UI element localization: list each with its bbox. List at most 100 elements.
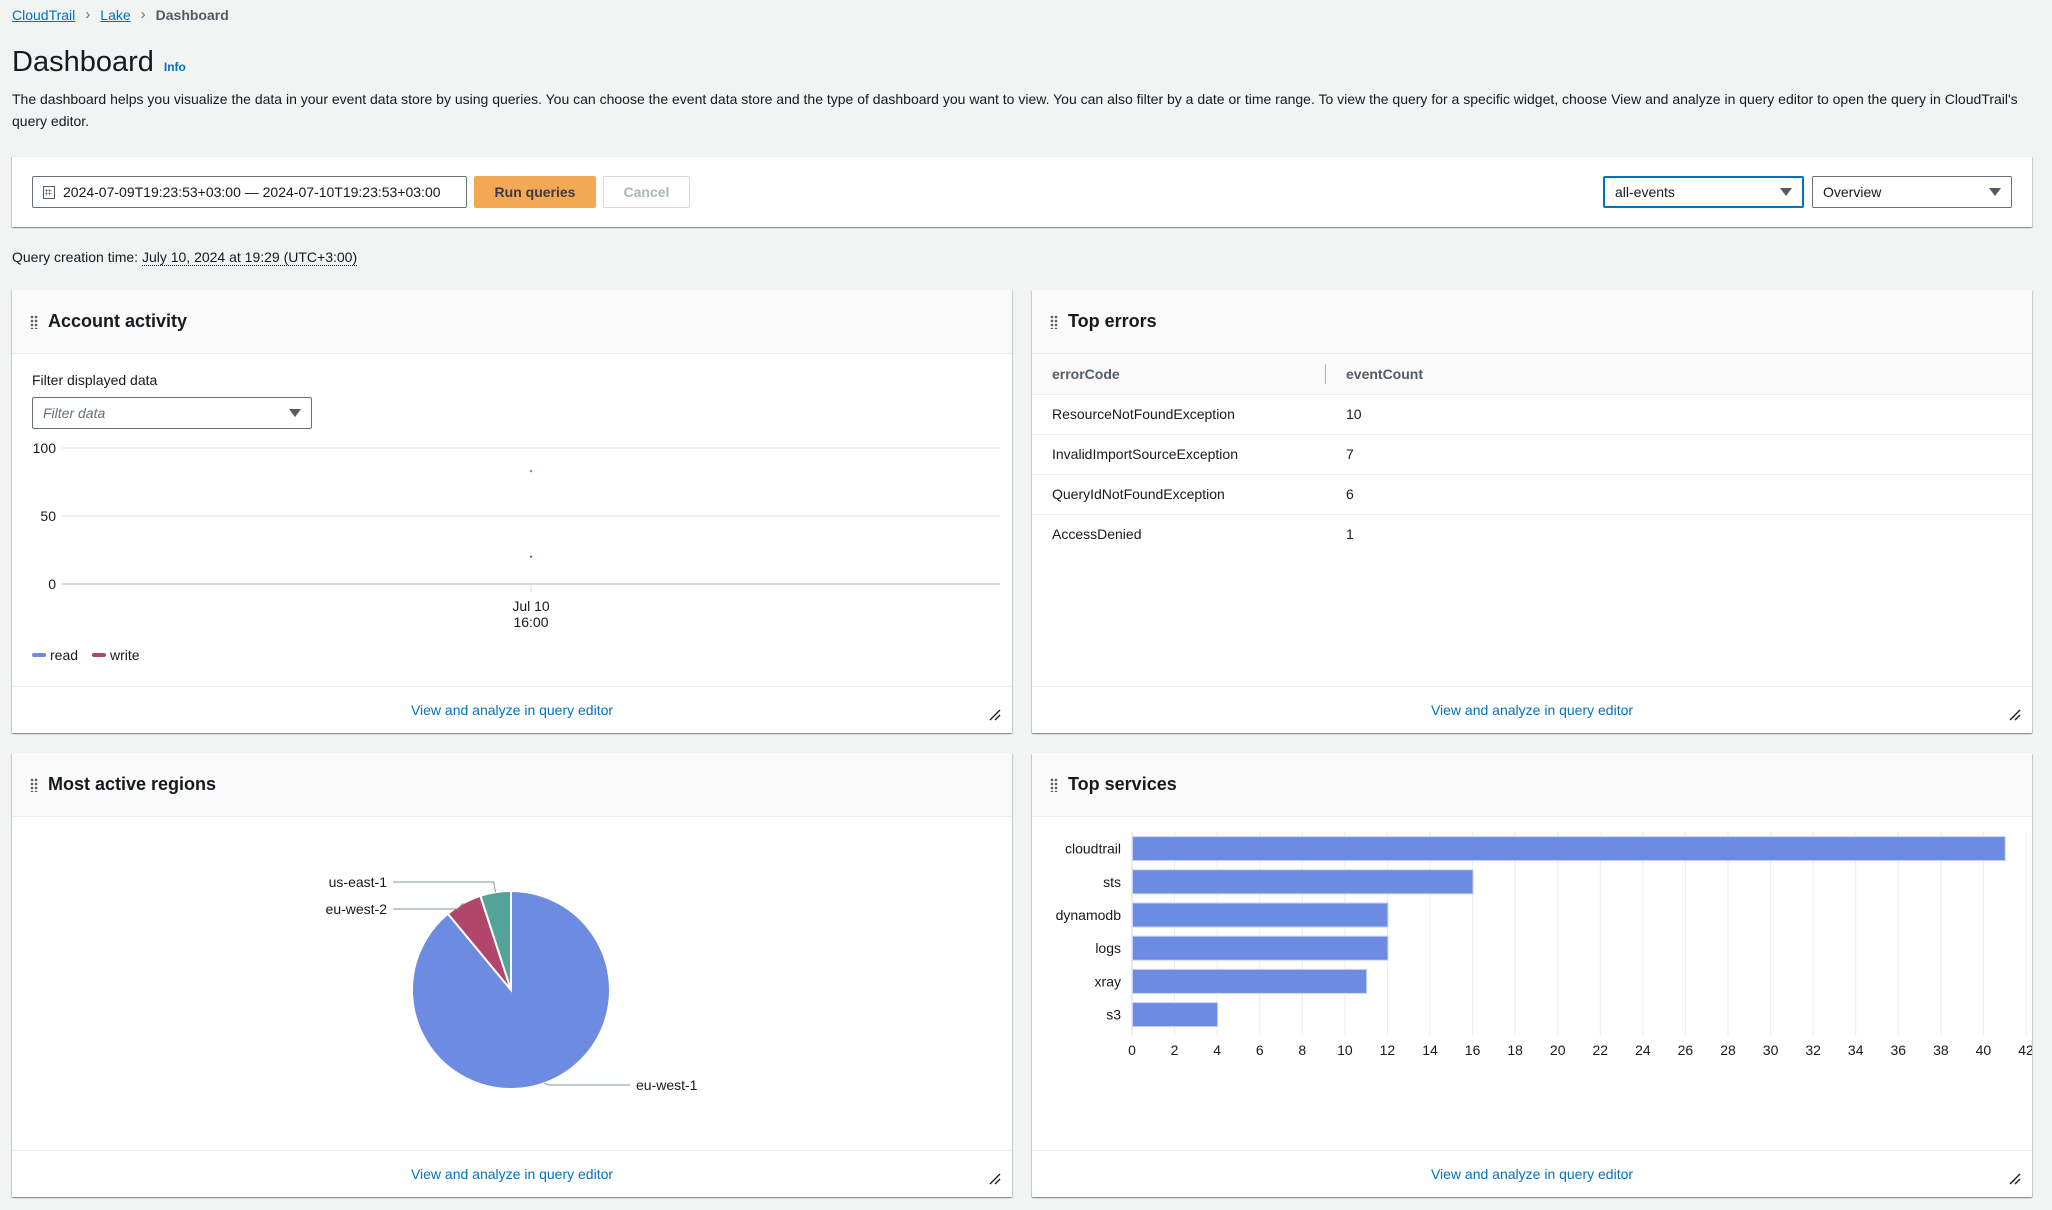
- widget-header: Most active regions: [12, 753, 1012, 817]
- x-tick-label: 4: [1213, 1042, 1221, 1058]
- calendar-icon: [43, 185, 55, 199]
- event-data-store-value: all-events: [1615, 184, 1675, 200]
- table-row: ResourceNotFoundException 10: [1032, 394, 2032, 435]
- x-tick-label: 42: [2018, 1042, 2032, 1058]
- view-in-query-editor-link[interactable]: View and analyze in query editor: [411, 702, 613, 718]
- x-tick-label: 24: [1635, 1042, 1651, 1058]
- x-tick-label: 26: [1678, 1042, 1694, 1058]
- x-tick-label: 34: [1848, 1042, 1864, 1058]
- chart-legend: read write: [32, 647, 140, 663]
- caret-down-icon: [1989, 188, 2001, 196]
- widget-title: Most active regions: [48, 774, 217, 794]
- x-tick-label: 40: [1976, 1042, 1992, 1058]
- view-in-query-editor-link[interactable]: View and analyze in query editor: [1431, 1166, 1633, 1182]
- x-tick-label: 18: [1507, 1042, 1523, 1058]
- chevron-right-icon: ›: [140, 6, 146, 23]
- legend-label: read: [50, 647, 79, 663]
- chevron-right-icon: ›: [85, 6, 91, 23]
- y-tick-label: 50: [40, 508, 56, 524]
- dashboard-type-value: Overview: [1823, 184, 1882, 200]
- legend-swatch: [32, 653, 46, 657]
- x-tick-label: 38: [1933, 1042, 1949, 1058]
- view-in-query-editor-link[interactable]: View and analyze in query editor: [1431, 702, 1633, 718]
- pie-label: eu-west-2: [326, 901, 388, 917]
- widget-footer: View and analyze in query editor: [1032, 686, 2032, 733]
- widget-title: Top services: [1068, 774, 1177, 794]
- bar-xray: [1132, 968, 1368, 994]
- y-category-label: sts: [1103, 874, 1121, 890]
- resize-handle-icon[interactable]: [2008, 707, 2022, 721]
- cancel-button[interactable]: Cancel: [603, 176, 690, 208]
- page-header: Dashboard Info: [12, 46, 186, 79]
- breadcrumb-lake[interactable]: Lake: [100, 7, 130, 23]
- bar-cloudtrail: [1132, 836, 2006, 862]
- y-category-label: cloudtrail: [1065, 841, 1121, 857]
- data-point-write: [529, 555, 533, 558]
- column-label: errorCode: [1052, 365, 1120, 382]
- column-header-eventcount[interactable]: eventCount: [1326, 354, 2032, 395]
- errors-table: errorCode eventCount ResourceNotFoundExc…: [1032, 354, 2032, 554]
- widget-header: Account activity: [12, 290, 1012, 354]
- widget-title: Account activity: [48, 311, 188, 331]
- x-tick-label: 2: [1171, 1042, 1179, 1058]
- regions-pie-chart: eu-west-1 eu-west-2 us-east-1: [326, 874, 698, 1093]
- page-title: Dashboard: [12, 46, 154, 78]
- filter-label: Filter displayed data: [32, 372, 158, 388]
- breadcrumb-cloudtrail[interactable]: CloudTrail: [12, 7, 75, 23]
- legend-item-write[interactable]: write: [92, 647, 140, 663]
- error-code: ResourceNotFoundException: [1032, 394, 1326, 435]
- legend-label: write: [110, 647, 140, 663]
- page-description: The dashboard helps you visualize the da…: [12, 91, 2018, 129]
- y-category-label: dynamodb: [1056, 907, 1122, 923]
- widget-footer: View and analyze in query editor: [12, 1150, 1012, 1197]
- x-tick-label: 6: [1256, 1042, 1264, 1058]
- filter-data-select[interactable]: Filter data: [32, 397, 312, 429]
- view-in-query-editor-link[interactable]: View and analyze in query editor: [411, 1166, 613, 1182]
- x-tick-label: 10: [1337, 1042, 1353, 1058]
- x-tick-label: 28: [1720, 1042, 1736, 1058]
- legend-item-read[interactable]: read: [32, 647, 78, 663]
- account-activity-chart: 0 50 100 Jul 1016:00: [33, 440, 1000, 630]
- drag-handle-icon[interactable]: [30, 777, 38, 792]
- widget-most-active-regions: Most active regions eu-west-1 eu-west-2 us…: [12, 753, 1012, 1197]
- x-tick-label: Jul 10: [512, 598, 550, 614]
- table-row: QueryIdNotFoundException 6: [1032, 474, 2032, 515]
- dashboard-type-select[interactable]: Overview: [1812, 176, 2012, 208]
- y-tick-label: 0: [48, 576, 56, 592]
- info-link[interactable]: Info: [164, 60, 186, 74]
- query-toolbar: 2024-07-09T19:23:53+03:00 — 2024-07-10T1…: [12, 156, 2032, 227]
- widget-top-services: Top services 0 2 4 6 8 10 12 14 16 18 20 22 24 26 28 30…: [1032, 753, 2032, 1197]
- drag-handle-icon[interactable]: [1050, 777, 1058, 792]
- y-tick-label: 100: [33, 440, 57, 456]
- caret-down-icon: [289, 409, 301, 417]
- resize-handle-icon[interactable]: [988, 707, 1002, 721]
- event-count: 10: [1326, 394, 2032, 435]
- widget-top-errors: Top errors errorCode eventCount Resource…: [1032, 290, 2032, 733]
- x-tick-label: 16:00: [513, 614, 548, 630]
- run-queries-button[interactable]: Run queries: [474, 176, 596, 208]
- error-code: InvalidImportSourceException: [1032, 434, 1326, 475]
- event-count: 7: [1326, 434, 2032, 475]
- x-tick-label: 22: [1592, 1042, 1608, 1058]
- event-data-store-select[interactable]: all-events: [1603, 176, 1804, 208]
- leader-line: [393, 881, 497, 893]
- event-count: 6: [1326, 474, 2032, 515]
- column-header-errorcode[interactable]: errorCode: [1032, 354, 1326, 395]
- bar-s3: [1132, 1002, 1219, 1028]
- table-row: InvalidImportSourceException 7: [1032, 434, 2032, 475]
- table-row: AccessDenied 1: [1032, 514, 2032, 554]
- resize-handle-icon[interactable]: [2008, 1171, 2022, 1185]
- caret-down-icon: [1780, 188, 1792, 196]
- y-category-label: s3: [1106, 1007, 1121, 1023]
- drag-handle-icon[interactable]: [1050, 314, 1058, 329]
- date-range-picker[interactable]: 2024-07-09T19:23:53+03:00 — 2024-07-10T1…: [32, 176, 467, 208]
- query-creation-time: Query creation time: July 10, 2024 at 19…: [12, 249, 358, 266]
- error-code: AccessDenied: [1052, 526, 1142, 543]
- x-tick-label: 16: [1465, 1042, 1481, 1058]
- widget-header: Top services: [1032, 753, 2032, 817]
- resize-handle-icon[interactable]: [988, 1171, 1002, 1185]
- y-category-label: logs: [1095, 940, 1121, 956]
- filter-placeholder: Filter data: [43, 405, 106, 421]
- pie-label: us-east-1: [329, 874, 388, 890]
- drag-handle-icon[interactable]: [30, 314, 38, 329]
